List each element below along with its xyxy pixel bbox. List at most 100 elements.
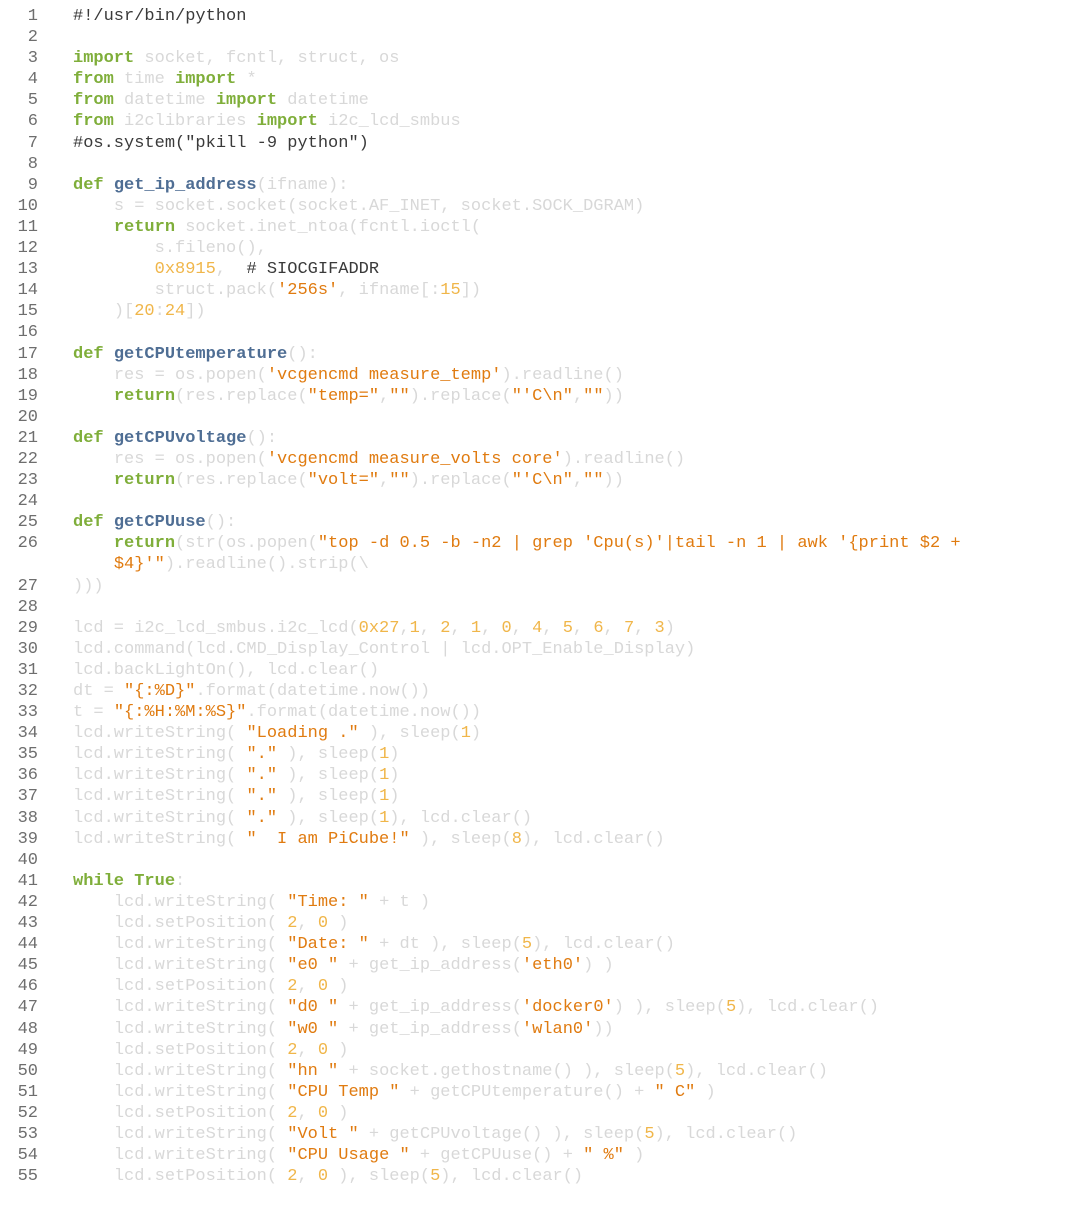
code-text: ))) [73,576,104,597]
line-number: 47 [17,998,38,1018]
code-line: 45 lcd.writeString( "e0 " + get_ip_addre… [0,955,1088,976]
code-text: t = "{:%H:%M:%S}".format(datetime.now()) [73,702,481,723]
code-line: 32 dt = "{:%D}".format(datetime.now()) [0,681,1088,702]
code-line: 9 def get_ip_address(ifname): [0,175,1088,196]
code-token: "e0 " [287,956,339,976]
code-text: lcd.setPosition( 2, 0 ) [73,1103,349,1124]
code-token: " I am PiCube!" [246,829,410,849]
code-token: 1 [379,766,390,786]
code-line: 39 lcd.writeString( " I am PiCube!" ), sl… [0,829,1088,850]
code-token: 0x27 [358,618,400,638]
code-text: s.fileno(), [73,238,267,259]
code-token: ) [328,977,349,997]
line-number: 2 [27,28,38,48]
code-token: t = [73,703,114,723]
line-number: 40 [17,850,38,870]
code-text: lcd.writeString( "Date: " + dt ), sleep(… [73,934,675,955]
code-token: , [297,1103,318,1123]
code-token: import [256,112,318,132]
code-line: 29 lcd = i2c_lcd_smbus.i2c_lcd(0x27,1, 2,… [0,618,1088,639]
line-number: 19 [17,386,38,406]
code-token: lcd.setPosition( [113,1040,288,1060]
code-text: lcd.setPosition( 2, 0 ) [73,1040,349,1061]
code-token: lcd.writeString( [73,724,247,744]
code-token: , [542,618,563,638]
code-token: , [572,471,584,491]
code-token: 'wlan0' [521,1019,594,1039]
code-token: ) [328,1103,349,1123]
code-token: + getCPUtemperature() + [399,1082,655,1102]
code-token: ), lcd.clear() [685,1061,828,1081]
code-line: 49 lcd.setPosition( 2, 0 ) [0,1040,1088,1061]
code-token: "CPU Usage " [287,1146,410,1166]
code-token: "." [246,745,278,765]
line-number: 23 [17,471,38,491]
line-number: 35 [17,745,38,765]
code-line: 5 from datetime import datetime [0,90,1088,111]
code-token: getCPUuse [113,513,206,533]
code-token: + get_ip_address( [338,998,522,1018]
code-token: from [73,91,114,111]
code-token: #!/usr/bin/python [73,7,247,26]
code-text: struct.pack('256s', ifname[:15]) [73,280,481,301]
code-token: 2 [287,914,298,934]
code-token: lcd.writeString( [73,766,247,786]
code-token: ]) [460,281,482,301]
code-line: 37 lcd.writeString( "." ), sleep(1) [0,786,1088,807]
code-token: while [73,871,125,891]
code-line: 6 from i2clibraries import i2c_lcd_smbus [0,111,1088,132]
code-line: 30 lcd.command(lcd.CMD_Display_Control | … [0,639,1088,660]
code-line: 50 lcd.writeString( "hn " + socket.getho… [0,1061,1088,1082]
code-text: res = os.popen('vcgencmd measure_volts c… [73,449,685,470]
code-token: ), sleep( [277,766,380,786]
code-token: (res.replace( [175,386,308,406]
code-text: lcd = i2c_lcd_smbus.i2c_lcd(0x27,1, 2, 1… [73,618,675,639]
code-text: lcd.writeString( "CPU Temp " + getCPUtem… [73,1082,716,1103]
code-text: dt = "{:%D}".format(datetime.now()) [73,681,430,702]
code-token: $4}'" [113,555,165,575]
code-text: lcd.writeString( " I am PiCube!" ), slee… [73,829,665,850]
code-token: import [73,49,135,69]
code-token: (): [205,513,237,533]
code-token: lcd.writeString( [113,956,288,976]
code-token: + getCPUvoltage() ), sleep( [358,1124,645,1144]
code-token: .format(datetime.now()) [195,682,431,701]
code-token: 4 [532,618,543,638]
line-number: 22 [17,449,38,469]
code-token: ) [389,766,400,786]
line-number: 33 [17,703,38,723]
code-token: (): [287,344,318,364]
code-token: 2 [287,1167,298,1187]
code-token: "{:%H:%M:%S}" [113,703,247,723]
line-number: 24 [17,492,38,512]
code-token: ) [389,745,400,765]
code-token: "." [246,787,278,807]
line-number: 34 [17,724,38,744]
code-token: ), sleep( [409,829,512,849]
code-line: 31 lcd.backLightOn(), lcd.clear() [0,660,1088,681]
code-token: "Time: " [287,892,369,912]
code-token: getCPUtemperature [113,344,288,364]
code-token: lcd.writeString( [113,1146,288,1166]
code-token: )) [603,471,624,491]
code-text: lcd.setPosition( 2, 0 ), sleep(5), lcd.c… [73,1166,583,1187]
code-token: (res.replace( [175,471,308,491]
code-line: 47 lcd.writeString( "d0 " + get_ip_addre… [0,997,1088,1018]
line-number: 48 [17,1019,38,1039]
code-token: lcd.writeString( [73,787,247,807]
code-line: 18 res = os.popen('vcgencmd measure_temp… [0,365,1088,386]
code-token: #os.system("pkill -9 python") [73,133,369,153]
code-token: ), sleep( [328,1167,431,1187]
code-token: 0x8915 [154,260,216,280]
code-token: ))) [73,576,104,596]
line-number: 5 [27,91,38,111]
code-token: , [379,471,390,491]
code-token: "d0 " [287,998,339,1018]
code-token: ), lcd.clear() [736,998,879,1018]
code-text: 0x8915, # SIOCGIFADDR [73,259,379,280]
code-line: 1 #!/usr/bin/python [0,6,1088,27]
